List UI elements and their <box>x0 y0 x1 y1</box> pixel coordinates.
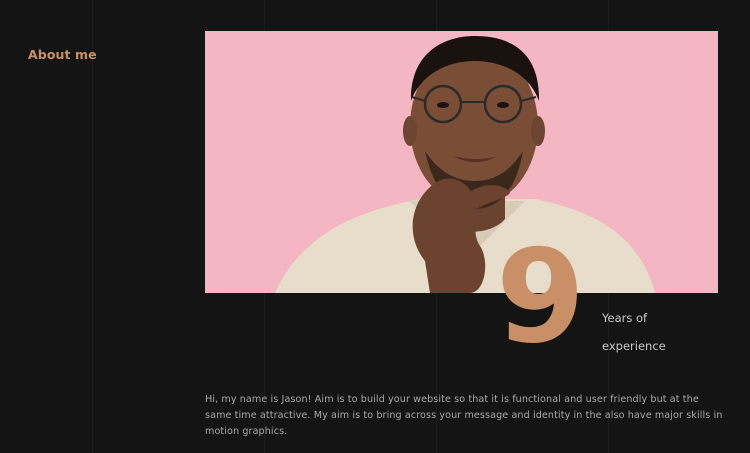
experience-label-line2: experience <box>602 339 666 353</box>
grid-line <box>92 0 93 453</box>
portrait-photo <box>205 31 718 293</box>
experience-years-number: 9 <box>496 223 585 372</box>
bio-paragraph: Hi, my name is Jason! Aim is to build yo… <box>205 394 723 437</box>
section-label-about-me: About me <box>28 47 97 62</box>
experience-label-line1: Years of <box>602 311 648 325</box>
